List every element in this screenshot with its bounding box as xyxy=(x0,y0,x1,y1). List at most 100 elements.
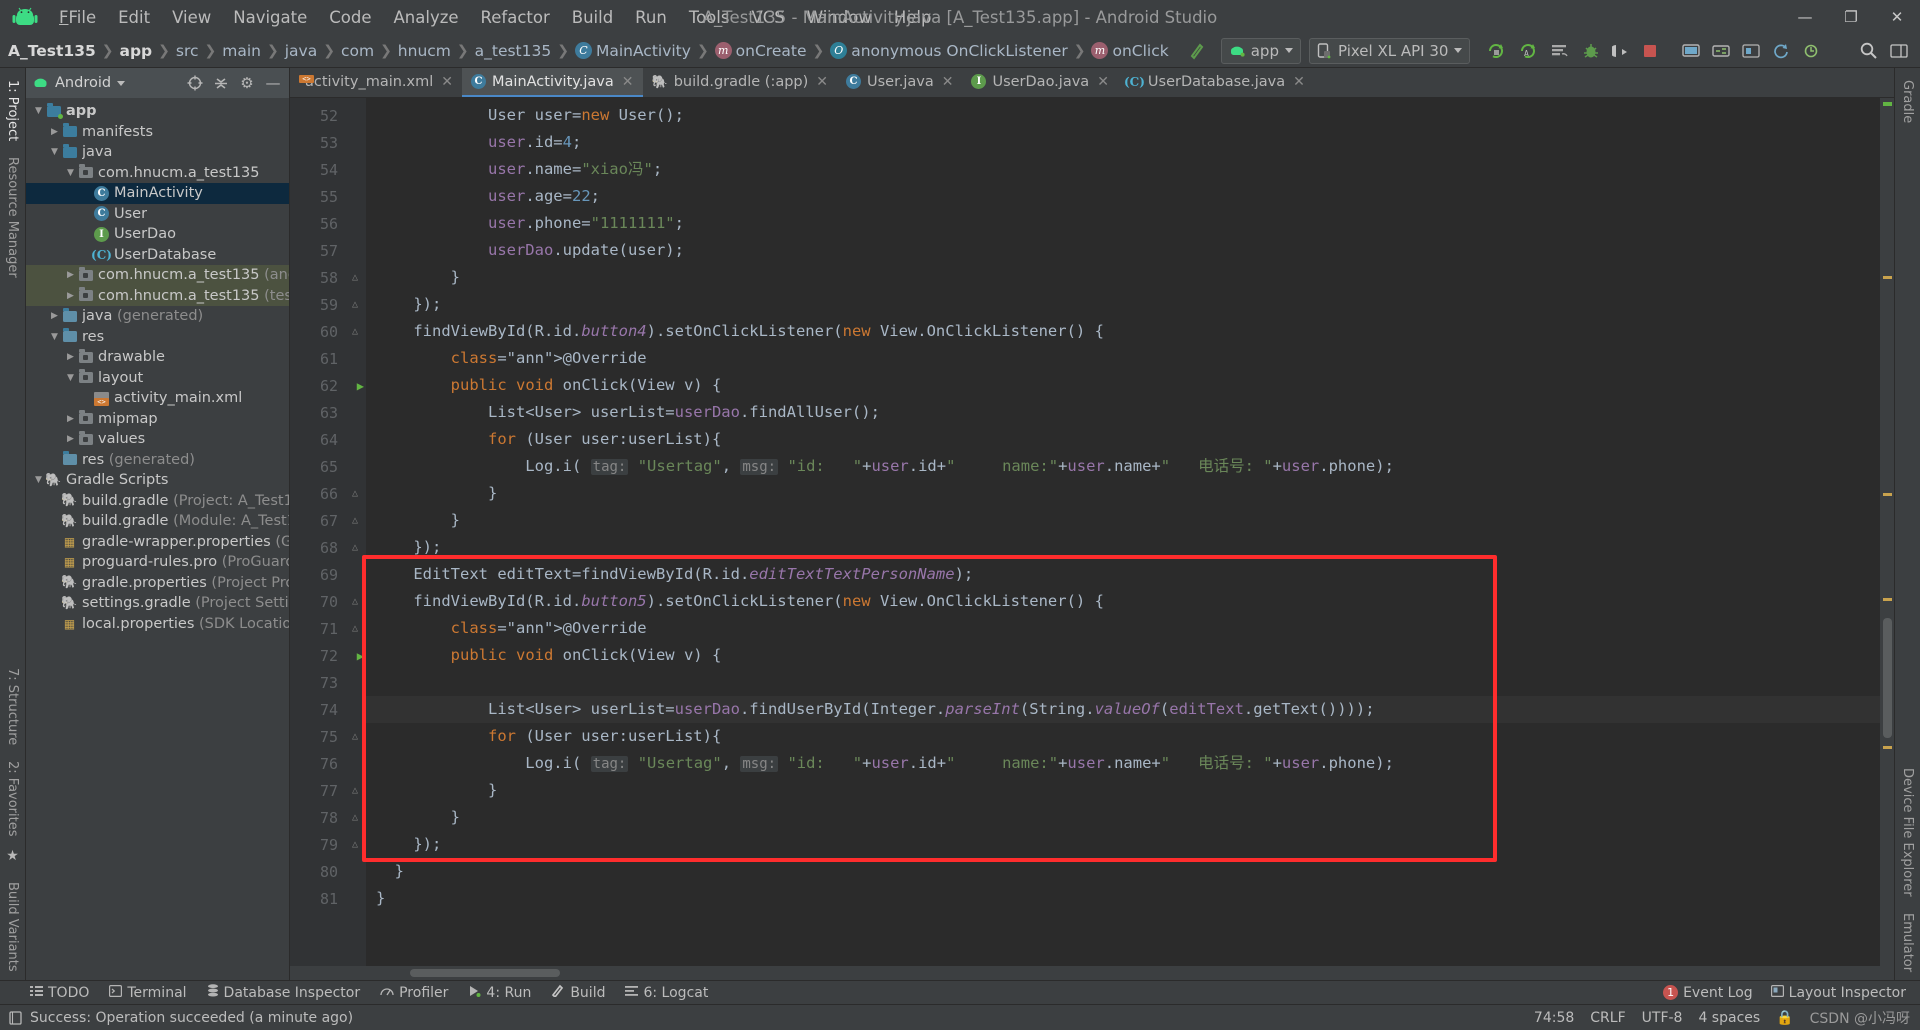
breadcrumb-hnucm[interactable]: hnucm ❯ xyxy=(398,42,475,60)
tree-expand-arrow[interactable]: ▼ xyxy=(64,168,77,178)
tree-item-build-gradle[interactable]: 🐘build.gradle (Project: A_Test135) xyxy=(26,491,289,512)
menu-code[interactable]: Code xyxy=(318,5,382,30)
code-line[interactable]: List<User> userList=userDao.findUserById… xyxy=(366,696,1880,723)
code-line[interactable]: user.id=4; xyxy=(366,129,1880,156)
code-line[interactable]: user.name="xiao冯"; xyxy=(366,156,1880,183)
tree-item-gradle-properties[interactable]: 🐘gradle.properties (Project Propertie xyxy=(26,573,289,594)
run-gutter-icon[interactable]: ▶ xyxy=(357,649,364,663)
layout-inspector-button[interactable] xyxy=(1736,38,1766,64)
code-line[interactable]: Log.i( tag: "Usertag", msg: "id: "+user.… xyxy=(366,750,1880,777)
tree-item-com-hnucm-a-test135[interactable]: ▶ com.hnucm.a_test135 (androidTest) xyxy=(26,265,289,286)
code-line[interactable]: user.phone="1111111"; xyxy=(366,210,1880,237)
tree-expand-arrow[interactable]: ▶ xyxy=(64,434,77,444)
line-number[interactable]: 67 △ xyxy=(290,507,366,534)
menu-refactor[interactable]: Refactor xyxy=(470,5,561,30)
line-number[interactable]: 79 △ xyxy=(290,831,366,858)
line-number[interactable]: 58 △ xyxy=(290,264,366,291)
bottom-tab-4-run[interactable]: 4: Run xyxy=(468,985,531,1001)
tool-window-tab-build-variants[interactable]: Build Variants xyxy=(2,874,23,980)
code-fold-icon[interactable]: △ xyxy=(352,326,358,337)
code-line[interactable]: findViewById(R.id.button5).setOnClickLis… xyxy=(366,588,1880,615)
tree-item-user[interactable]: C User xyxy=(26,204,289,225)
tree-expand-arrow[interactable]: ▼ xyxy=(48,332,61,342)
bottom-tab-todo[interactable]: TODO xyxy=(30,985,89,1001)
line-number[interactable]: 57 xyxy=(290,237,366,264)
tree-expand-arrow[interactable]: ▶ xyxy=(64,352,77,362)
line-number[interactable]: 65 xyxy=(290,453,366,480)
line-number[interactable]: 56 xyxy=(290,210,366,237)
tree-item-activity-main-xml[interactable]: activity_main.xml xyxy=(26,388,289,409)
tree-item-gradle-scripts[interactable]: ▼ 🐘 Gradle Scripts xyxy=(26,470,289,491)
minimize-button[interactable]: — xyxy=(1782,0,1828,34)
tree-expand-arrow[interactable]: ▼ xyxy=(32,475,45,485)
editor-tab-user-java[interactable]: C User.java ✕ xyxy=(837,68,962,97)
breadcrumb-a-test135[interactable]: A_Test135 ❯ xyxy=(8,42,120,60)
code-line[interactable]: } xyxy=(366,885,1880,912)
breadcrumb-app[interactable]: app ❯ xyxy=(120,42,176,60)
code-line[interactable] xyxy=(366,669,1880,696)
line-number[interactable]: 78 △ xyxy=(290,804,366,831)
code-line[interactable]: }); xyxy=(366,534,1880,561)
code-line[interactable]: } xyxy=(366,804,1880,831)
menu-file[interactable]: FFile xyxy=(48,5,107,30)
run-button[interactable] xyxy=(1480,38,1512,64)
menu-help[interactable]: Help xyxy=(883,5,943,30)
menu-run[interactable]: Run xyxy=(624,5,678,30)
tree-expand-arrow[interactable]: ▶ xyxy=(48,311,61,321)
breadcrumb-oncreate[interactable]: m onCreate ❯ xyxy=(714,42,831,60)
code-fold-icon[interactable]: △ xyxy=(352,623,358,634)
close-tab-icon[interactable]: ✕ xyxy=(1097,74,1109,90)
debug-button[interactable] xyxy=(1576,38,1606,64)
tree-item-com-hnucm-a-test135[interactable]: ▶ com.hnucm.a_test135 (test) xyxy=(26,285,289,306)
tree-item-res[interactable]: ▼ res xyxy=(26,327,289,348)
code-line[interactable]: } xyxy=(366,264,1880,291)
line-number[interactable]: 80 xyxy=(290,858,366,885)
line-number[interactable]: 66 △ xyxy=(290,480,366,507)
code-fold-icon[interactable]: △ xyxy=(352,731,358,742)
device-selector[interactable]: Pixel XL API 30 xyxy=(1308,37,1471,64)
code-fold-icon[interactable]: △ xyxy=(352,515,358,526)
code-fold-icon[interactable]: △ xyxy=(352,488,358,499)
code-line[interactable]: Log.i( tag: "Usertag", msg: "id: "+user.… xyxy=(366,453,1880,480)
line-number[interactable]: 59 △ xyxy=(290,291,366,318)
close-tab-icon[interactable]: ✕ xyxy=(942,74,954,90)
close-tab-icon[interactable]: ✕ xyxy=(441,74,453,90)
line-number[interactable]: 64 xyxy=(290,426,366,453)
code-fold-icon[interactable]: △ xyxy=(352,596,358,607)
line-number-gutter[interactable]: 52 53 54 55 56 57 58 △ 59 △ 60 △ 61 62 ▶ 63 64 65 66 △ 67 △ 68… xyxy=(290,98,366,966)
breadcrumb-onclick[interactable]: m onClick xyxy=(1091,42,1169,60)
maximize-button[interactable]: ❐ xyxy=(1828,0,1874,34)
tree-item-manifests[interactable]: ▶ manifests xyxy=(26,122,289,143)
tree-expand-arrow[interactable]: ▶ xyxy=(48,127,61,137)
horizontal-scrollbar[interactable] xyxy=(290,966,1894,980)
tree-item-build-gradle[interactable]: 🐘build.gradle (Module: A_Test135.ap xyxy=(26,511,289,532)
line-number[interactable]: 54 xyxy=(290,156,366,183)
bottom-tab-6-logcat[interactable]: 6: Logcat xyxy=(625,985,708,1001)
lock-icon[interactable]: 🔒 xyxy=(1776,1010,1793,1026)
line-number[interactable]: 73 xyxy=(290,669,366,696)
editor-scrollbar-thumb[interactable] xyxy=(1883,618,1892,738)
bottom-tab-layout-inspector[interactable]: Layout Inspector xyxy=(1770,985,1906,1001)
code-line[interactable]: } xyxy=(366,858,1880,885)
code-line[interactable]: } xyxy=(366,777,1880,804)
breadcrumb-main[interactable]: main ❯ xyxy=(222,42,284,60)
code-line[interactable]: EditText editText=findViewById(R.id.edit… xyxy=(366,561,1880,588)
bottom-tab-terminal[interactable]: Terminal xyxy=(109,985,187,1001)
tree-item-mipmap[interactable]: ▶ mipmap xyxy=(26,409,289,430)
menu-navigate[interactable]: Navigate xyxy=(222,5,318,30)
line-number[interactable]: 53 xyxy=(290,129,366,156)
sync-gradle-button[interactable] xyxy=(1766,38,1796,64)
tool-window-tab-gradle[interactable]: Gradle xyxy=(1897,72,1918,131)
breadcrumb-mainactivity[interactable]: C MainActivity ❯ xyxy=(574,42,715,60)
code-line[interactable]: for (User user:userList){ xyxy=(366,426,1880,453)
close-button[interactable]: ✕ xyxy=(1874,0,1920,34)
search-everywhere-button[interactable] xyxy=(1853,38,1884,64)
tree-expand-arrow[interactable]: ▶ xyxy=(64,414,77,424)
tree-expand-arrow[interactable]: ▼ xyxy=(48,147,61,157)
tree-item-settings-gradle[interactable]: 🐘settings.gradle (Project Settings) xyxy=(26,593,289,614)
code-fold-icon[interactable]: △ xyxy=(352,812,358,823)
code-line[interactable]: class="ann">@Override xyxy=(366,345,1880,372)
tree-item-mainactivity[interactable]: C MainActivity xyxy=(26,183,289,204)
code-line[interactable]: }); xyxy=(366,291,1880,318)
line-separator[interactable]: CRLF xyxy=(1590,1010,1625,1026)
